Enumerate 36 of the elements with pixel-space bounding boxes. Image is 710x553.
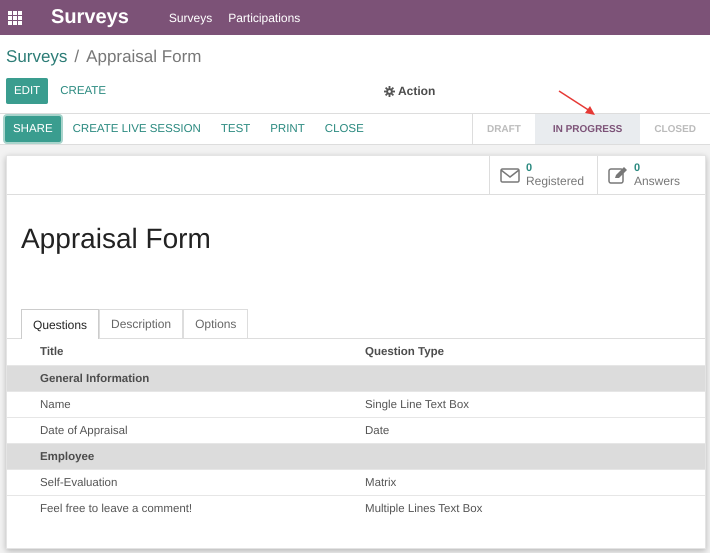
section-row[interactable]: General Information [7,366,364,392]
menu-item[interactable]: Participations [228,10,300,24]
column-header: Title [7,339,364,366]
gear-icon [384,86,395,96]
stat-button[interactable]: 0 Answers [597,156,705,194]
link-button[interactable]: PRINT [262,116,313,142]
form-title: Appraisal Form [21,223,212,255]
table-cell: Matrix [364,470,705,496]
pencil-icon [608,166,628,184]
link-button[interactable]: CREATE LIVE SESSION [64,116,209,142]
table-cell: Multiple Lines Text Box [364,496,705,521]
apps-menu-icon[interactable] [8,10,22,24]
app-title: Surveys [51,6,129,29]
table-cell: Single Line Text Box [364,392,705,418]
action-menu[interactable]: Action [378,83,442,99]
status-stage[interactable]: IN PROGRESS [534,114,640,144]
table-cell: Self-Evaluation [7,470,364,496]
table-cell: Feel free to leave a comment! [7,496,364,521]
envelope-icon [500,168,520,182]
arrow-annotation [558,90,596,116]
breadcrumb-separator: / [74,47,80,67]
primary-button[interactable]: EDIT [6,78,48,104]
menu-item[interactable]: Surveys [168,10,212,24]
breadcrumb-current: Appraisal Form [86,47,202,67]
stat-button[interactable]: 0 Registered [489,156,597,194]
section-row[interactable]: Employee [7,444,364,470]
column-header: Question Type [364,339,705,366]
link-button[interactable]: CREATE [52,78,114,104]
link-button[interactable]: CLOSE [316,116,372,142]
tab[interactable]: Options [183,309,248,338]
primary-button[interactable]: SHARE [5,116,61,142]
table-cell: Name [7,392,364,418]
tab[interactable]: Questions [21,309,100,339]
tab[interactable]: Description [99,309,184,338]
link-button[interactable]: TEST [212,116,258,142]
breadcrumb-link[interactable]: Surveys [6,47,68,67]
